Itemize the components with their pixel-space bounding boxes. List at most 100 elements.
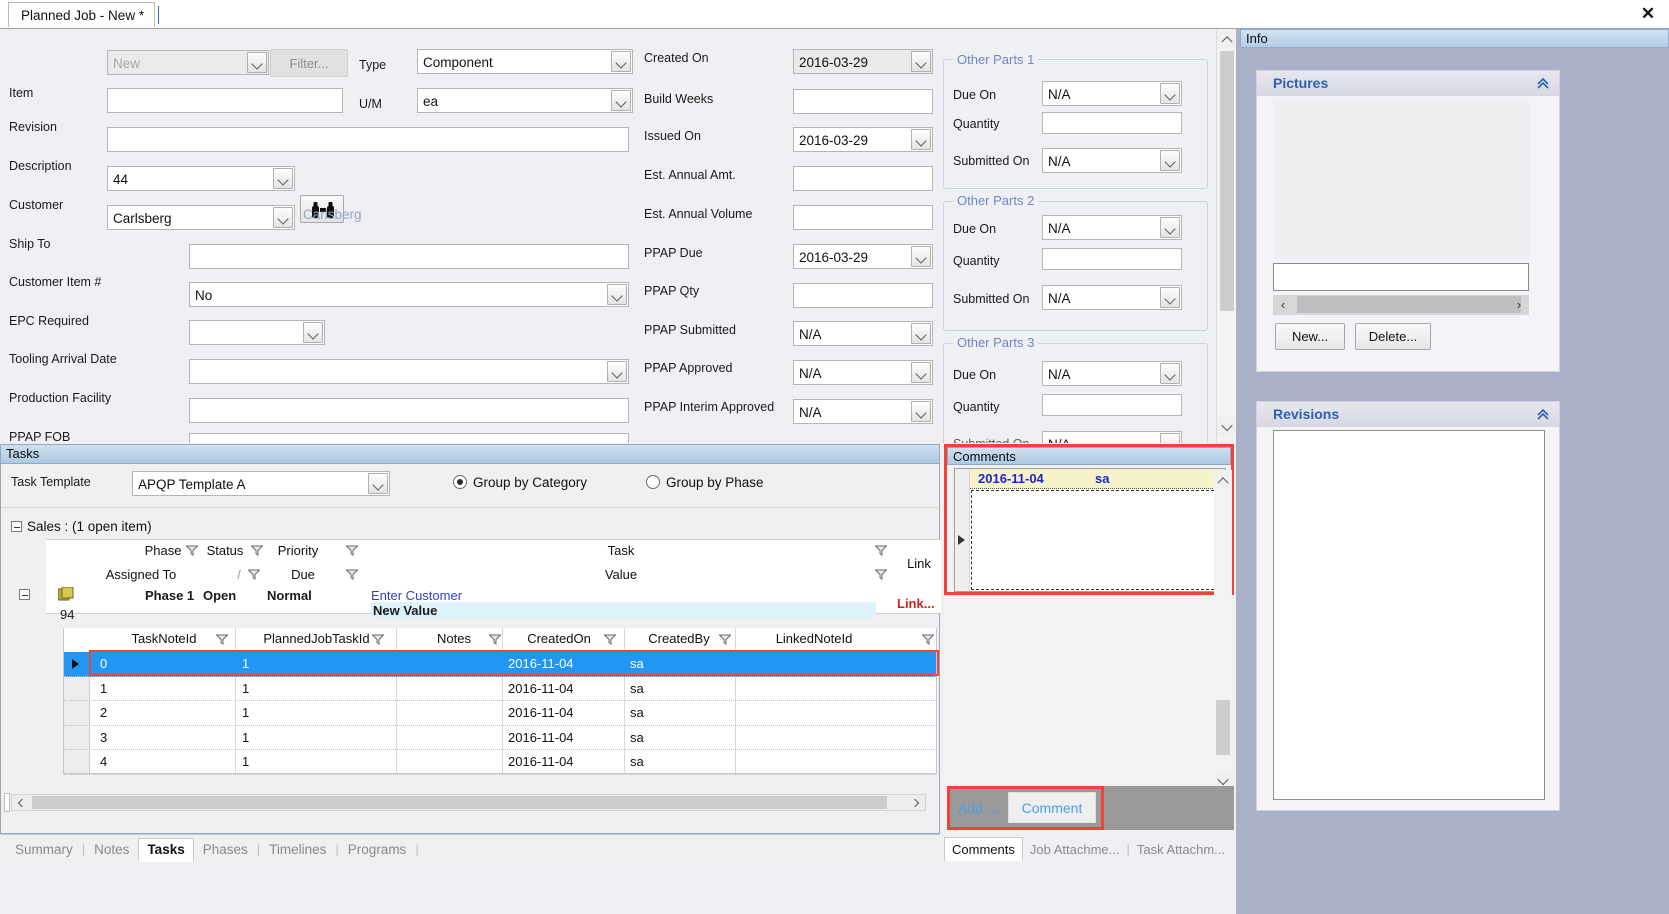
filter-icon-task[interactable] — [875, 545, 887, 556]
task-group-header[interactable]: Sales : (1 open item) — [11, 519, 152, 534]
scrollbar-thumb[interactable] — [32, 796, 887, 809]
tab-timelines[interactable]: Timelines — [260, 838, 335, 861]
notes-column-tasknoteid[interactable]: TaskNoteId — [104, 631, 224, 646]
op1-submitted-on-combo[interactable]: N/A — [1042, 148, 1182, 173]
op2-due-on-combo[interactable]: N/A — [1042, 215, 1182, 240]
ppap-interim-approved-combo[interactable]: N/A — [793, 399, 933, 424]
chevron-down-icon[interactable] — [911, 323, 931, 344]
task-row-expander[interactable] — [19, 587, 35, 602]
notes-column-plannedjobtaskid[interactable]: PlannedJobTaskId — [244, 631, 389, 646]
notes-column-createdby[interactable]: CreatedBy — [629, 631, 729, 646]
ppap-due-combo[interactable]: 2016-03-29 — [793, 244, 933, 269]
chevron-down-icon[interactable] — [911, 401, 931, 422]
chevron-down-icon[interactable] — [611, 51, 631, 72]
chevron-down-icon[interactable] — [911, 51, 931, 72]
filter-icon-value[interactable] — [875, 569, 887, 580]
filter-icon-linkednoteid[interactable] — [922, 634, 934, 645]
created-on-combo[interactable]: 2016-03-29 — [793, 49, 933, 74]
column-header-assigned-to[interactable]: Assigned To — [96, 567, 186, 582]
um-combo[interactable]: ea — [417, 88, 633, 113]
ppap-fob-overflow-input[interactable] — [189, 433, 629, 443]
chevron-down-icon[interactable] — [1160, 363, 1180, 384]
scroll-up-button[interactable] — [1214, 470, 1232, 489]
scroll-right-button[interactable] — [907, 796, 923, 810]
op3-due-on-combo[interactable]: N/A — [1042, 361, 1182, 386]
op3-submitted-on-combo[interactable]: N/A — [1042, 431, 1182, 443]
picture-new-button[interactable]: New... — [1275, 323, 1345, 350]
tab-comments[interactable]: Comments — [944, 837, 1023, 861]
task-template-combo[interactable]: APQP Template A — [132, 471, 390, 496]
scroll-handle-left[interactable] — [4, 793, 10, 812]
op2-quantity-input[interactable] — [1042, 248, 1182, 270]
filter-icon-priority[interactable] — [346, 545, 358, 556]
column-header-link[interactable]: Link — [897, 556, 941, 571]
table-row[interactable]: 4 1 2016-11-04 sa — [64, 750, 936, 775]
chevron-down-icon[interactable] — [611, 90, 631, 111]
chevron-down-icon[interactable] — [1160, 150, 1180, 171]
column-header-task[interactable]: Task — [561, 543, 681, 558]
scroll-up-button[interactable] — [1217, 29, 1237, 48]
revision-input[interactable] — [107, 88, 343, 113]
ppap-qty-input[interactable] — [793, 283, 933, 308]
production-facility-combo[interactable] — [189, 359, 629, 384]
picture-delete-button[interactable]: Delete... — [1355, 323, 1431, 350]
task-cell-link[interactable]: Link... — [897, 596, 935, 611]
form-vertical-scrollbar[interactable] — [1216, 29, 1237, 443]
tab-summary[interactable]: Summary — [6, 838, 82, 861]
customer-combo[interactable]: 44 — [107, 166, 295, 191]
filter-icon-phase[interactable] — [186, 545, 198, 556]
filter-icon-status[interactable] — [251, 545, 263, 556]
chevron-down-icon[interactable] — [303, 322, 323, 343]
table-row[interactable]: 2 1 2016-11-04 sa — [64, 701, 936, 726]
notes-column-createdon[interactable]: CreatedOn — [509, 631, 609, 646]
chevron-down-icon[interactable] — [273, 207, 293, 228]
tab-task-attachments[interactable]: Task Attachm... — [1130, 838, 1232, 861]
column-header-value[interactable]: Value — [561, 567, 681, 582]
filter-icon-createdon[interactable] — [604, 634, 616, 645]
ppap-submitted-combo[interactable]: N/A — [793, 321, 933, 346]
filter-icon-plannedjobtaskid[interactable] — [372, 634, 384, 645]
filter-icon-createdby[interactable] — [719, 634, 731, 645]
table-row[interactable]: 1 1 2016-11-04 sa — [64, 677, 936, 702]
scrollbar-thumb[interactable] — [1297, 296, 1521, 313]
notes-column-linkednoteid[interactable]: LinkedNoteId — [754, 631, 874, 646]
picture-navigation-bar[interactable]: ‹ › — [1273, 295, 1529, 315]
epc-required-combo[interactable]: No — [189, 282, 629, 307]
item-combo[interactable]: New — [107, 50, 269, 75]
filter-icon-assigned-to[interactable] — [248, 569, 260, 580]
ppap-approved-combo[interactable]: N/A — [793, 360, 933, 385]
chevron-down-icon[interactable] — [1160, 217, 1180, 238]
column-header-phase[interactable]: Phase — [141, 543, 185, 558]
radio-group-by-phase[interactable]: Group by Phase — [646, 475, 764, 490]
filter-icon-due[interactable] — [346, 569, 358, 580]
est-annual-volume-input[interactable] — [793, 205, 933, 230]
chevron-down-icon[interactable] — [273, 168, 293, 189]
chevron-up-icon[interactable] — [1537, 409, 1549, 421]
op1-due-on-combo[interactable]: N/A — [1042, 81, 1182, 106]
picture-caption-input[interactable] — [1273, 263, 1529, 291]
tooling-arrival-date-combo[interactable] — [189, 320, 325, 345]
scroll-down-button[interactable] — [1217, 417, 1237, 436]
build-weeks-input[interactable] — [793, 89, 933, 114]
notes-column-notes[interactable]: Notes — [414, 631, 494, 646]
filter-icon-notes[interactable] — [489, 634, 501, 645]
filter-button[interactable]: Filter... — [270, 49, 348, 77]
collapse-icon[interactable] — [19, 589, 30, 600]
est-annual-amt-input[interactable] — [793, 166, 933, 191]
chevron-down-icon[interactable] — [911, 246, 931, 267]
chevron-down-icon[interactable] — [607, 361, 627, 382]
tab-phases[interactable]: Phases — [194, 838, 257, 861]
ppap-fob-input[interactable] — [189, 398, 629, 423]
chevron-down-icon[interactable] — [1160, 83, 1180, 104]
document-tab-planned-job[interactable]: Planned Job - New * — [8, 2, 156, 27]
chevron-down-icon[interactable] — [368, 473, 388, 494]
ship-to-combo[interactable]: Carlsberg — [107, 205, 295, 230]
chevron-down-icon[interactable] — [1160, 287, 1180, 308]
tab-programs[interactable]: Programs — [339, 838, 416, 861]
column-header-priority[interactable]: Priority — [269, 543, 327, 558]
scrollbar-thumb[interactable] — [1220, 51, 1234, 311]
type-combo[interactable]: Component — [417, 49, 633, 74]
filter-icon-tasknoteid[interactable] — [216, 634, 228, 645]
chevron-up-icon[interactable] — [1537, 78, 1549, 90]
chevron-down-icon[interactable] — [911, 129, 931, 150]
